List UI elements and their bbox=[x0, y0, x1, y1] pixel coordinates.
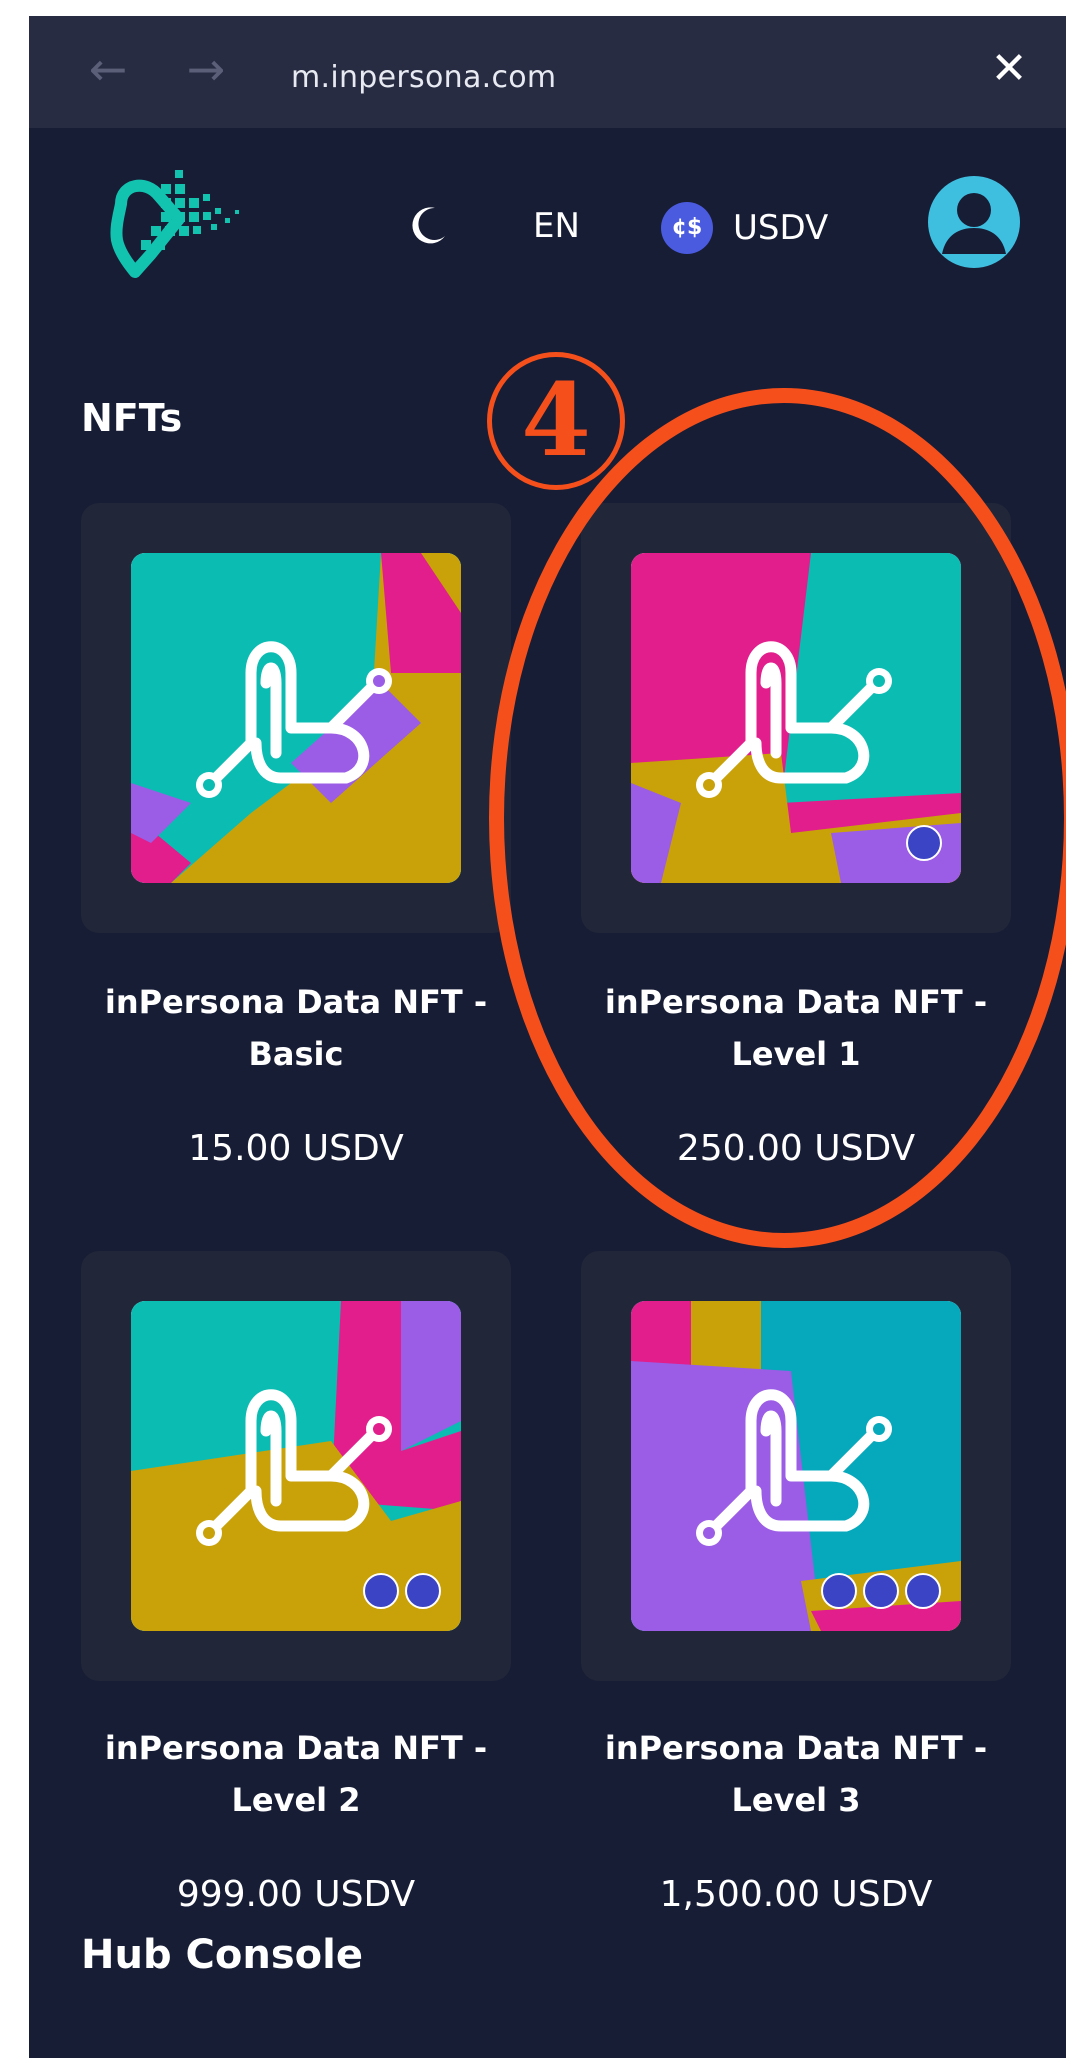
section-title-hub-console: Hub Console bbox=[81, 1932, 363, 1978]
back-arrow-icon[interactable]: ← bbox=[81, 42, 135, 96]
close-icon[interactable]: ✕ bbox=[982, 42, 1036, 96]
url-text[interactable]: m.inpersona.com bbox=[291, 60, 556, 95]
nft-artwork bbox=[131, 553, 461, 883]
browser-bar: ← → m.inpersona.com ✕ bbox=[29, 16, 1066, 128]
app-frame: ← → m.inpersona.com ✕ EN ¢$ USDV NFTs in… bbox=[29, 16, 1066, 2058]
currency-label: USDV bbox=[733, 208, 829, 248]
nft-price: 250.00 USDV bbox=[676, 1128, 916, 1169]
nft-artwork bbox=[131, 1301, 461, 1631]
moon-icon[interactable] bbox=[405, 202, 451, 248]
nft-title-line2: Level 2 bbox=[231, 1781, 361, 1819]
coin-icon: ¢$ bbox=[661, 202, 713, 254]
section-title-nfts: NFTs bbox=[81, 396, 183, 440]
nft-price: 15.00 USDV bbox=[188, 1128, 404, 1169]
nft-artwork bbox=[631, 1301, 961, 1631]
nft-card-level-1[interactable] bbox=[581, 503, 1011, 933]
nft-card-basic[interactable] bbox=[81, 503, 511, 933]
nft-title-line2: Level 1 bbox=[731, 1035, 861, 1073]
nft-title-line2: Level 3 bbox=[731, 1781, 861, 1819]
nft-title[interactable]: inPersona Data NFT - Basic bbox=[46, 976, 546, 1080]
nft-title-line1: inPersona Data NFT - bbox=[104, 983, 488, 1021]
nft-title-line1: inPersona Data NFT - bbox=[604, 983, 988, 1021]
nft-price: 1,500.00 USDV bbox=[659, 1874, 933, 1915]
badge-icon bbox=[363, 1573, 399, 1609]
badge-icon bbox=[821, 1573, 857, 1609]
forward-arrow-icon[interactable]: → bbox=[179, 42, 233, 96]
nft-artwork bbox=[631, 553, 961, 883]
badge-icon bbox=[405, 1573, 441, 1609]
user-icon[interactable] bbox=[928, 176, 1020, 268]
currency-selector[interactable]: ¢$ USDV bbox=[661, 200, 828, 256]
badge-icon bbox=[906, 825, 942, 861]
nft-card-level-3[interactable] bbox=[581, 1251, 1011, 1681]
nft-title[interactable]: inPersona Data NFT - Level 1 bbox=[546, 976, 1046, 1080]
nft-title[interactable]: inPersona Data NFT - Level 2 bbox=[46, 1722, 546, 1826]
language-selector[interactable]: EN bbox=[533, 206, 580, 246]
nft-card-level-2[interactable] bbox=[81, 1251, 511, 1681]
badge-icon bbox=[863, 1573, 899, 1609]
annotation-number: 4 bbox=[487, 352, 625, 490]
badge-icon bbox=[905, 1573, 941, 1609]
nft-title-line2: Basic bbox=[248, 1035, 344, 1073]
nft-title[interactable]: inPersona Data NFT - Level 3 bbox=[546, 1722, 1046, 1826]
nft-price: 999.00 USDV bbox=[176, 1874, 416, 1915]
nft-title-line1: inPersona Data NFT - bbox=[604, 1729, 988, 1767]
inpersona-logo[interactable] bbox=[101, 164, 261, 289]
nft-title-line1: inPersona Data NFT - bbox=[104, 1729, 488, 1767]
